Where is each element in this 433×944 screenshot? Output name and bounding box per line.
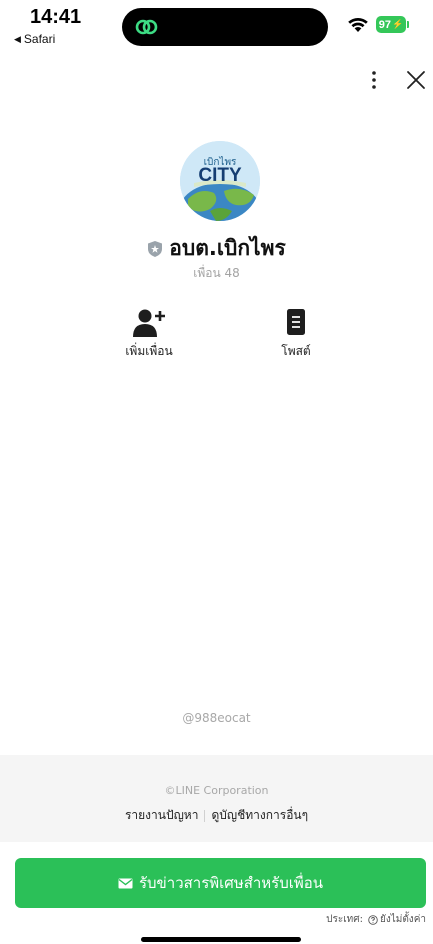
posts-button[interactable]: โพสต์	[251, 308, 341, 361]
link-separator	[204, 809, 206, 822]
subscribe-news-label: รับข่าวสารพิเศษสำหรับเพื่อน	[138, 874, 324, 892]
mail-icon	[118, 878, 133, 888]
dynamic-island	[122, 8, 328, 46]
subscribe-news-button[interactable]: รับข่าวสารพิเศษสำหรับเพื่อน	[15, 858, 426, 908]
line-id: @988eocat	[182, 711, 251, 725]
avatar[interactable]: เบิกไพร CITY	[180, 141, 260, 221]
verified-shield-icon	[148, 240, 163, 257]
home-indicator	[141, 937, 301, 942]
other-official-accounts-link[interactable]: ดูบัญชีทางการอื่นๆ	[211, 806, 308, 825]
footer-links: รายงานปัญหา ดูบัญชีทางการอื่นๆ	[0, 806, 433, 825]
posts-label: โพสต์	[281, 344, 311, 358]
avatar-text-city: CITY	[198, 165, 242, 186]
close-icon[interactable]	[404, 68, 428, 92]
battery-tip	[407, 21, 409, 28]
more-options-icon[interactable]	[366, 68, 382, 92]
profile-name-row: อบต.เบิกไพร	[0, 232, 433, 265]
back-app-label: Safari	[23, 32, 56, 46]
report-problem-link[interactable]: รายงานปัญหา	[125, 806, 199, 825]
battery-level: 97	[378, 18, 392, 31]
add-friend-button[interactable]: เพิ่มเพื่อน	[104, 308, 194, 361]
battery-indicator: 97 ⚡	[376, 16, 406, 33]
charging-bolt-icon: ⚡	[392, 19, 404, 29]
back-triangle-icon: ◀	[14, 33, 21, 44]
wifi-icon	[348, 17, 368, 32]
status-time: 14:41	[30, 6, 82, 28]
back-to-app-link[interactable]: ◀ Safari	[14, 32, 55, 46]
posts-document-icon	[287, 309, 305, 335]
copyright-text: ©LINE Corporation	[164, 784, 269, 797]
country-label: ประเทศ:	[326, 914, 363, 925]
help-circle-icon	[368, 914, 378, 925]
add-friend-label: เพิ่มเพื่อน	[125, 344, 173, 358]
country-value: ยังไม่ตั้งค่า	[379, 914, 426, 925]
link-chain-icon	[135, 19, 158, 35]
add-friend-icon	[133, 309, 165, 337]
footer	[0, 755, 433, 842]
profile-name: อบต.เบิกไพร	[169, 236, 286, 260]
friends-count: เพื่อน 48	[193, 266, 240, 280]
country-setting[interactable]: ประเทศ: ยังไม่ตั้งค่า	[0, 912, 426, 927]
